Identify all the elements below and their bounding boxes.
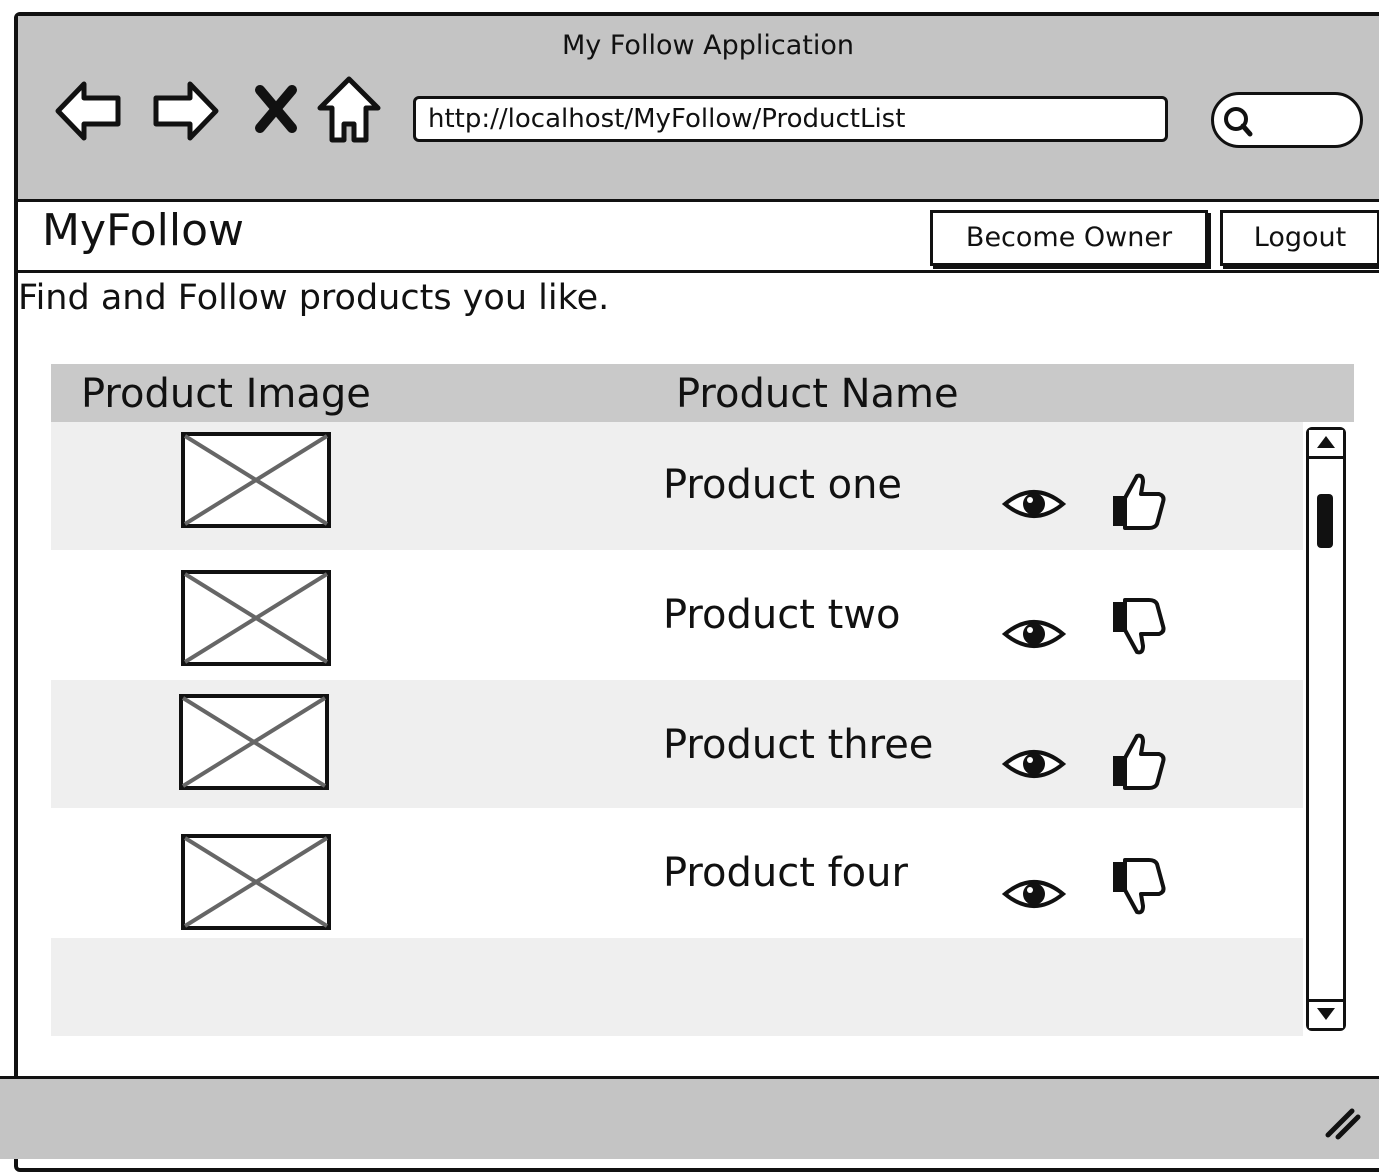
table-header: Product Image Product Name [51, 364, 1354, 422]
resize-grip-icon[interactable] [1322, 1101, 1362, 1145]
table-row[interactable]: Product four [51, 808, 1303, 938]
stop-icon[interactable] [254, 84, 298, 138]
address-bar[interactable]: http://localhost/MyFollow/ProductList [413, 96, 1168, 142]
scrollbar-thumb[interactable] [1317, 494, 1333, 548]
home-icon[interactable] [316, 74, 382, 150]
logout-button[interactable]: Logout [1220, 210, 1379, 266]
product-name[interactable]: Product one [663, 462, 902, 508]
page-tagline: Find and Follow products you like. [18, 278, 610, 318]
eye-icon[interactable] [1001, 742, 1067, 790]
table-row[interactable]: Product three [51, 680, 1303, 808]
eye-icon[interactable] [1001, 872, 1067, 920]
browser-chrome: My Follow Application http://localhost/M… [18, 16, 1379, 202]
forward-arrow-icon[interactable] [150, 76, 220, 150]
column-header-product-image: Product Image [81, 371, 371, 417]
product-image-placeholder [181, 432, 331, 528]
table-row[interactable]: Product two [51, 550, 1303, 680]
become-owner-button[interactable]: Become Owner [930, 210, 1208, 266]
product-name[interactable]: Product four [663, 850, 908, 896]
product-image-placeholder [181, 834, 331, 930]
back-arrow-icon[interactable] [54, 76, 124, 150]
table-body: Product one Product two Product three Pr… [51, 422, 1303, 1036]
table-row[interactable]: Product one [51, 422, 1303, 550]
table-scrollbar[interactable] [1306, 427, 1346, 1031]
window-title: My Follow Application [562, 30, 854, 61]
table-row-empty [51, 938, 1303, 1036]
thumbs-down-icon[interactable] [1109, 856, 1167, 922]
eye-icon[interactable] [1001, 612, 1067, 660]
app-header: MyFollow Become Owner Logout [18, 202, 1379, 273]
thumbs-down-icon[interactable] [1109, 596, 1167, 662]
browser-search-field[interactable] [1211, 92, 1363, 148]
brand-logo[interactable]: MyFollow [42, 202, 244, 260]
product-image-placeholder [179, 694, 329, 790]
product-name[interactable]: Product two [663, 592, 900, 638]
scroll-down-button[interactable] [1309, 999, 1343, 1028]
product-name[interactable]: Product three [663, 722, 933, 768]
eye-icon[interactable] [1001, 482, 1067, 530]
thumbs-up-icon[interactable] [1109, 470, 1167, 536]
scroll-up-button[interactable] [1309, 430, 1343, 459]
product-image-placeholder [181, 570, 331, 666]
thumbs-up-icon[interactable] [1109, 730, 1167, 796]
status-bar [0, 1076, 1379, 1159]
search-icon [1222, 105, 1256, 143]
column-header-product-name: Product Name [676, 371, 959, 417]
